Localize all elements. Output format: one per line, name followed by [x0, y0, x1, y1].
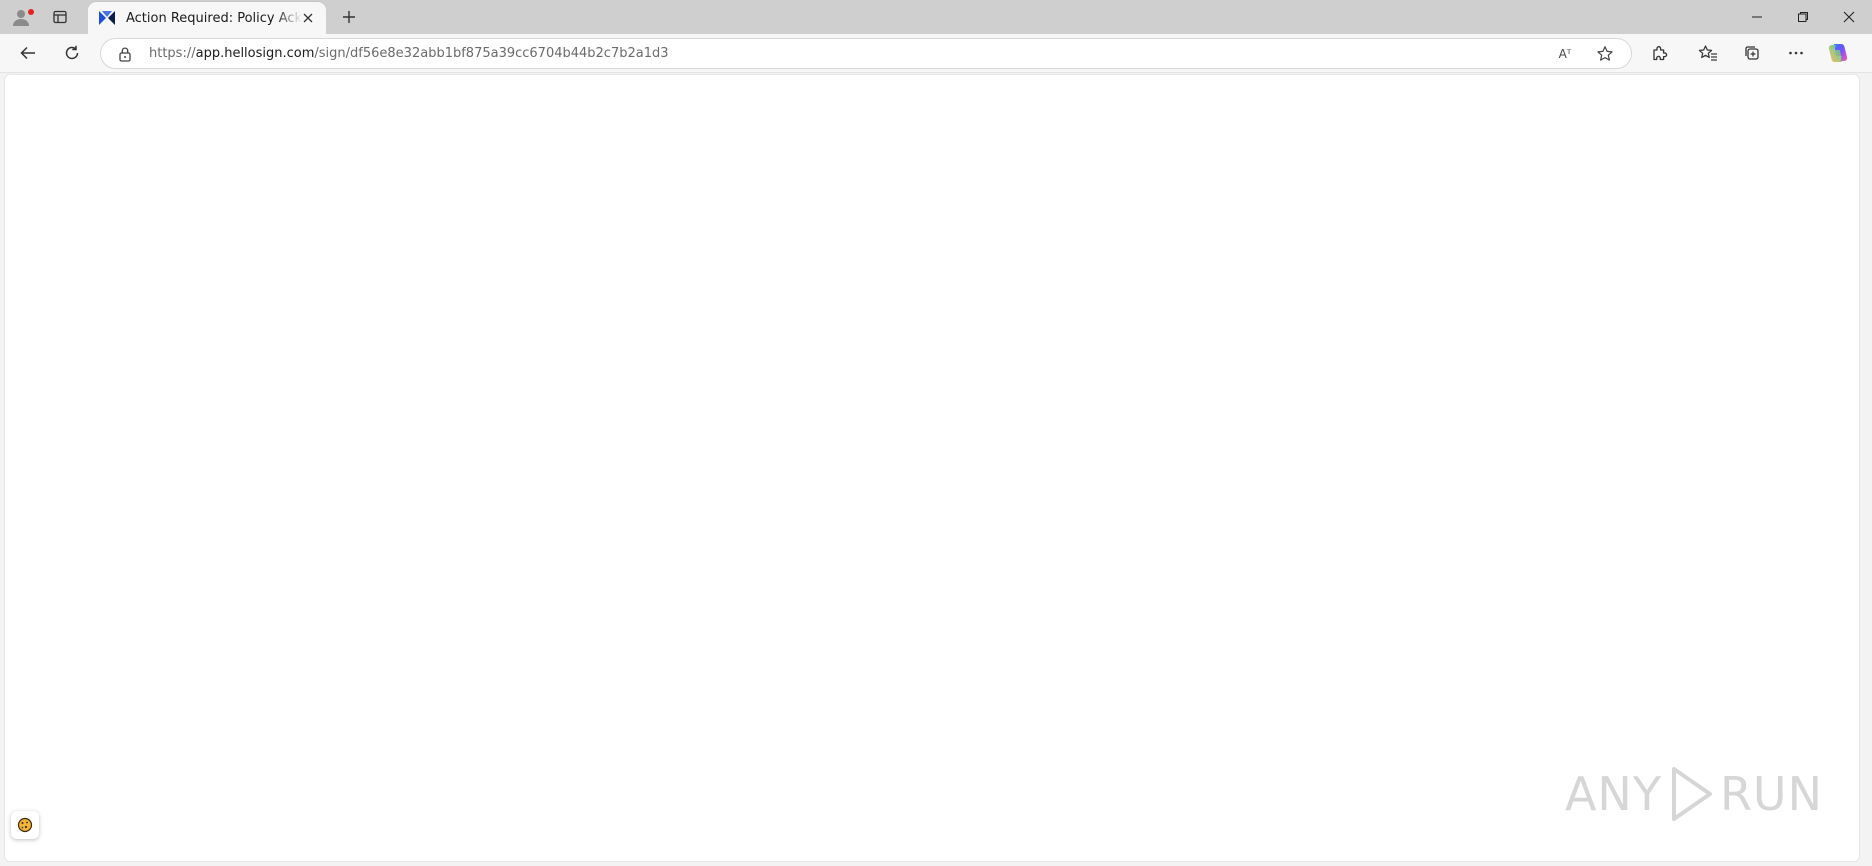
url-scheme: https:// [149, 46, 196, 61]
reload-button[interactable] [56, 38, 88, 68]
collections-icon [1745, 46, 1759, 60]
browser-window: Action Required: Policy Acknowledgement [0, 0, 1872, 866]
copilot-button[interactable] [1822, 38, 1854, 68]
favorites-button[interactable] [1692, 38, 1724, 68]
collections-button[interactable] [1736, 38, 1768, 68]
minimize-button[interactable] [1734, 0, 1780, 34]
profile-button[interactable] [4, 4, 38, 30]
cookie-settings-button[interactable] [11, 811, 39, 839]
url-path: /sign/df56e8e32abb1bf875a39cc6704b44b2c7… [314, 46, 669, 61]
tab-active[interactable]: Action Required: Policy Acknowledgement [88, 2, 326, 34]
read-aloud-button[interactable]: Aᵀ [1553, 43, 1577, 65]
minimize-icon [1752, 16, 1762, 18]
close-icon [303, 13, 313, 23]
tab-actions-button[interactable] [43, 4, 77, 30]
restore-icon [1798, 12, 1808, 22]
star-icon [1597, 46, 1613, 61]
lock-icon[interactable] [117, 46, 133, 62]
tab-strip: Action Required: Policy Acknowledgement [0, 0, 1872, 34]
close-icon [1843, 11, 1855, 23]
arrow-left-icon [20, 46, 35, 60]
cookie-icon [17, 817, 33, 833]
ellipsis-icon [1789, 51, 1803, 55]
close-window-button[interactable] [1826, 0, 1872, 34]
anyrun-watermark: ANY RUN [1565, 765, 1823, 823]
new-tab-button[interactable] [336, 5, 362, 29]
copilot-icon [1828, 44, 1848, 62]
play-logo-icon [1671, 767, 1712, 821]
url-text[interactable]: https://app.hellosign.com/sign/df56e8e32… [149, 46, 669, 61]
extensions-button[interactable] [1644, 38, 1676, 68]
hellosign-logo-icon [99, 11, 115, 25]
page-content: ANY RUN [4, 74, 1860, 862]
favorites-icon [1698, 45, 1717, 61]
tab-title: Action Required: Policy Acknowledgement [126, 10, 302, 26]
tab-actions-icon [53, 10, 67, 24]
close-tab-button[interactable] [300, 10, 316, 26]
restore-button[interactable] [1780, 0, 1826, 34]
read-aloud-icon: Aᵀ [1558, 47, 1572, 61]
address-bar[interactable]: https://app.hellosign.com/sign/df56e8e32… [100, 38, 1632, 69]
back-button[interactable] [12, 38, 44, 68]
plus-icon [343, 11, 355, 23]
url-host: app.hellosign.com [195, 46, 315, 61]
add-favorite-button[interactable] [1593, 43, 1617, 65]
watermark-text-right: RUN [1719, 767, 1823, 821]
puzzle-icon [1653, 46, 1668, 61]
more-options-button[interactable] [1780, 38, 1812, 68]
watermark-text-left: ANY [1564, 767, 1662, 821]
reload-icon [65, 45, 79, 60]
notification-dot [28, 9, 34, 15]
browser-toolbar: https://app.hellosign.com/sign/df56e8e32… [0, 34, 1872, 73]
